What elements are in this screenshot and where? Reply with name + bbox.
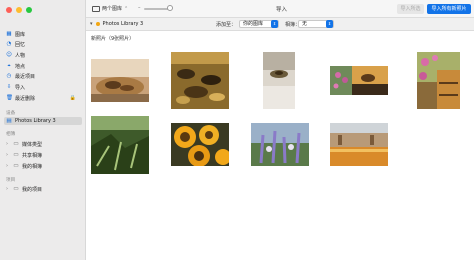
folder-icon: ▭	[13, 186, 19, 192]
photo-thumbnail[interactable]	[330, 123, 388, 166]
toolbar-title: 导入	[276, 7, 288, 13]
photo-thumbnail[interactable]	[330, 66, 388, 95]
updown-chevron-icon: ⌃	[124, 5, 129, 12]
sidebar-item-label: 地点	[15, 63, 26, 70]
memories-icon: ◔	[6, 41, 12, 47]
window-controls	[6, 7, 32, 13]
sidebar-item-my-projects[interactable]: › ▭ 我的项目	[4, 185, 82, 193]
import-source[interactable]: ▾ Photos Library 3	[90, 21, 143, 27]
sidebar-item-recently-deleted[interactable]: 🗑 最近删除 🔒	[4, 94, 82, 102]
sidebar-item-label: 媒体类型	[22, 141, 43, 148]
add-to-select-value: 你的图库	[243, 21, 264, 27]
photos-import-window: ▦ 图库 ◔ 回忆 ☺ 人物 ⌖ 地点 ◷ 最近项目 ⇩ 导入 🗑 最近删除 🔒…	[0, 0, 474, 260]
sidebar-item-label: 共享相簿	[22, 152, 43, 159]
add-to-label: 添加至：	[216, 22, 237, 28]
album-select-value: 无	[302, 21, 308, 27]
chevron-right-icon[interactable]: ›	[6, 152, 10, 158]
sidebar-item-my-albums[interactable]: › ▭ 我的相簿	[4, 162, 82, 170]
folder-icon: ▭	[13, 141, 19, 147]
import-source-label: Photos Library 3	[102, 21, 144, 27]
sidebar-item-library[interactable]: ▦ 图库	[4, 30, 82, 38]
folder-icon: ▭	[13, 152, 19, 158]
sidebar-item-label: 我的相簿	[22, 163, 43, 170]
toolbar: 两个图库 ⌃ – 导入 导入所选 导入所有新照片	[86, 0, 474, 18]
select-arrows-icon: ⇕	[326, 20, 333, 28]
sidebar-item-memories[interactable]: ◔ 回忆	[4, 40, 82, 48]
sidebar-item-label: 人物	[15, 52, 26, 59]
sidebar-section-devices: 设备	[6, 111, 16, 116]
photo-thumbnail[interactable]	[91, 116, 149, 174]
sidebar-item-label: Photos Library 3	[15, 118, 56, 124]
folder-icon: ▭	[13, 163, 19, 169]
photo-thumbnail[interactable]	[263, 52, 295, 109]
view-selector[interactable]: 两个图库 ⌃	[92, 5, 128, 12]
photo-thumbnail[interactable]	[171, 123, 229, 166]
split-view-icon	[92, 5, 100, 12]
chevron-right-icon[interactable]: ›	[6, 141, 10, 147]
photo-thumbnail[interactable]	[417, 52, 460, 109]
library-icon: ▤	[6, 118, 12, 124]
view-selector-label: 两个图库	[102, 6, 123, 12]
sidebar-item-label: 最近项目	[15, 73, 36, 80]
chevron-right-icon[interactable]: ›	[6, 186, 10, 192]
people-icon: ☺	[6, 52, 12, 58]
sidebar-item-label: 最近删除	[15, 95, 36, 102]
sidebar-item-photos-library-3[interactable]: ▤ Photos Library 3	[4, 117, 82, 125]
zoom-window-button[interactable]	[26, 7, 32, 13]
new-photos-heading: 新照片（9张照片）	[91, 36, 135, 42]
sidebar-section-albums: 相簿	[6, 132, 16, 137]
add-to-select[interactable]: 你的图库 ⇕	[239, 20, 279, 28]
album-select[interactable]: 无 ⇕	[298, 20, 334, 28]
minimize-window-button[interactable]	[16, 7, 22, 13]
import-options-bar: ▾ Photos Library 3 添加至： 你的图库 ⇕ 相簿： 无 ⇕	[86, 18, 474, 31]
sidebar-item-label: 我的项目	[22, 186, 43, 193]
sidebar-item-media-types[interactable]: › ▭ 媒体类型	[4, 140, 82, 148]
sidebar-item-label: 图库	[15, 31, 26, 38]
import-selected-button[interactable]: 导入所选	[397, 4, 424, 14]
lock-icon: 🔒	[69, 95, 76, 101]
sidebar: ▦ 图库 ◔ 回忆 ☺ 人物 ⌖ 地点 ◷ 最近项目 ⇩ 导入 🗑 最近删除 🔒…	[0, 0, 86, 260]
chevron-down-icon: ▾	[90, 21, 93, 27]
photos-icon: ▦	[6, 31, 12, 37]
sidebar-item-recents[interactable]: ◷ 最近项目	[4, 72, 82, 80]
sidebar-section-projects: 项目	[6, 178, 16, 183]
zoom-slider-knob[interactable]	[167, 5, 173, 11]
library-badge-icon	[95, 22, 100, 26]
trash-icon: 🗑	[6, 95, 13, 101]
photo-thumbnail[interactable]	[91, 59, 149, 102]
sidebar-item-places[interactable]: ⌖ 地点	[4, 62, 82, 70]
photo-thumbnail[interactable]	[171, 52, 229, 109]
sidebar-item-import[interactable]: ⇩ 导入	[4, 83, 82, 91]
import-icon: ⇩	[6, 84, 12, 90]
zoom-out-icon: –	[138, 5, 141, 11]
sidebar-item-people[interactable]: ☺ 人物	[4, 51, 82, 59]
sidebar-item-label: 回忆	[15, 41, 26, 48]
photo-thumbnail[interactable]	[251, 123, 309, 166]
sidebar-item-shared-albums[interactable]: › ▭ 共享相簿	[4, 151, 82, 159]
sidebar-item-label: 导入	[15, 84, 26, 91]
places-icon: ⌖	[7, 63, 11, 69]
chevron-right-icon[interactable]: ›	[6, 163, 10, 169]
recents-icon: ◷	[6, 73, 12, 79]
close-window-button[interactable]	[6, 7, 12, 13]
select-arrows-icon: ⇕	[271, 20, 278, 28]
import-all-new-photos-button[interactable]: 导入所有新照片	[427, 4, 471, 14]
